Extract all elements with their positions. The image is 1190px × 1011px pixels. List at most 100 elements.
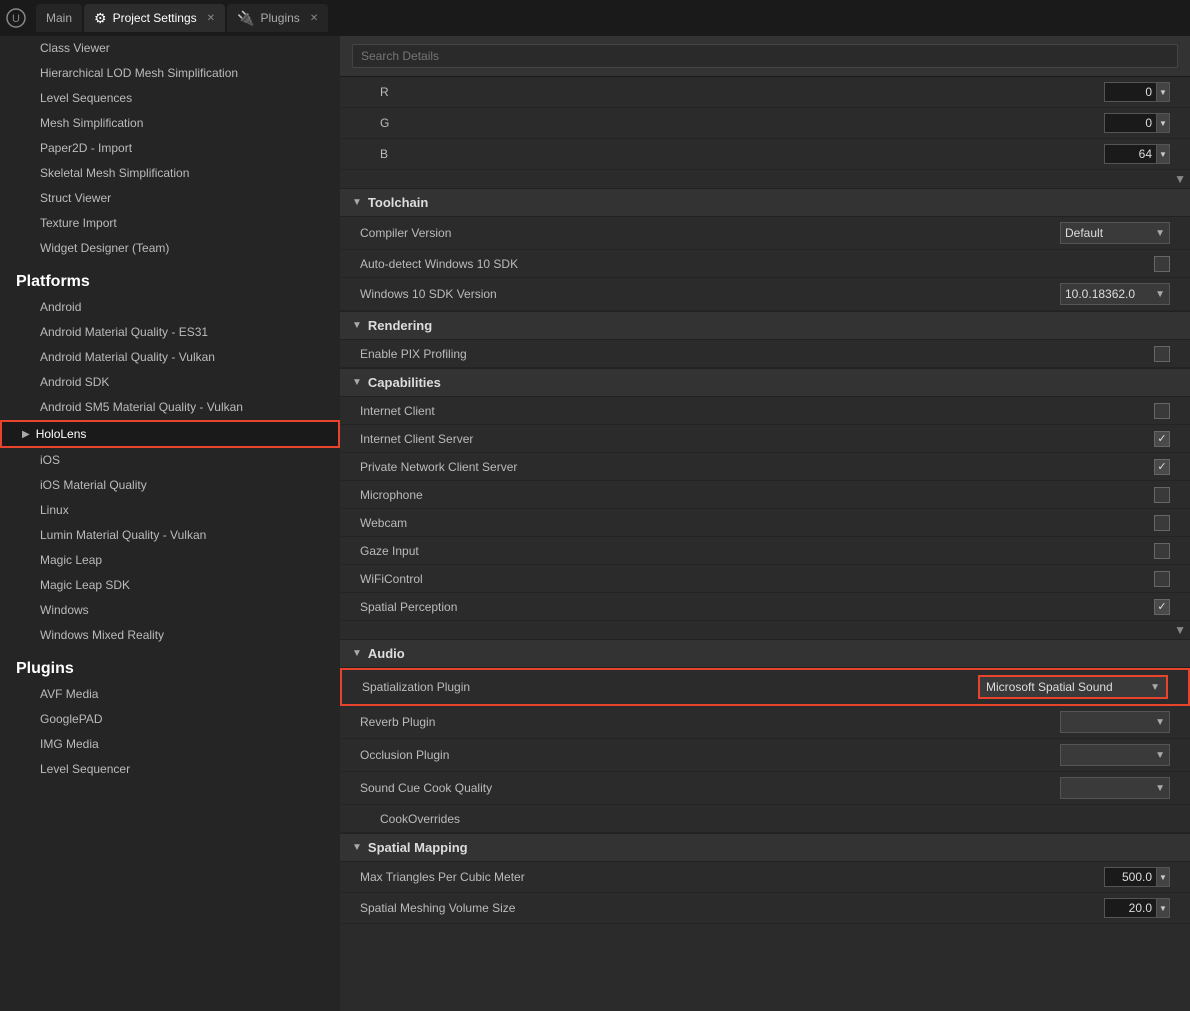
gaze-input-checkbox[interactable] (1154, 543, 1170, 559)
search-input[interactable] (352, 44, 1178, 68)
audio-section-header[interactable]: ▼ Audio (340, 639, 1190, 668)
sidebar-item-windows[interactable]: Windows (0, 598, 340, 623)
occlusion-label: Occlusion Plugin (360, 748, 1060, 762)
sidebar-item-windows-mixed[interactable]: Windows Mixed Reality (0, 623, 340, 648)
right-panel: R ▼ G ▼ B ▼ (340, 36, 1190, 1011)
rendering-section-header[interactable]: ▼ Rendering (340, 311, 1190, 340)
spatial-perception-checkbox[interactable] (1154, 599, 1170, 615)
sidebar-item-linux[interactable]: Linux (0, 498, 340, 523)
reverb-dropdown[interactable]: ▼ (1060, 711, 1170, 733)
scroll-down-arrow-icon: ▼ (1174, 172, 1186, 186)
sidebar-item-hierarchical-lod[interactable]: Hierarchical LOD Mesh Simplification (0, 61, 340, 86)
sidebar-item-widget-designer[interactable]: Widget Designer (Team) (0, 236, 340, 261)
wifi-control-label: WiFiControl (360, 572, 1154, 586)
occlusion-value: ▼ (1060, 744, 1170, 766)
sidebar: Class Viewer Hierarchical LOD Mesh Simpl… (0, 36, 340, 1011)
sidebar-item-img-media[interactable]: IMG Media (0, 732, 340, 757)
toolchain-label: Toolchain (368, 195, 428, 210)
capabilities-label: Capabilities (368, 375, 441, 390)
spatialization-label: Spatialization Plugin (362, 680, 978, 694)
webcam-label: Webcam (360, 516, 1154, 530)
auto-detect-checkbox[interactable] (1154, 256, 1170, 272)
pix-label: Enable PIX Profiling (360, 347, 1154, 361)
tab-main[interactable]: Main (36, 4, 82, 32)
internet-client-server-label: Internet Client Server (360, 432, 1154, 446)
color-r-label: R (360, 85, 1104, 99)
sidebar-item-mesh-simplification[interactable]: Mesh Simplification (0, 111, 340, 136)
reverb-dropdown-arrow-icon: ▼ (1155, 717, 1165, 728)
pix-checkbox[interactable] (1154, 346, 1170, 362)
sdk-version-value: 10.0.18362.0 ▼ (1060, 283, 1170, 305)
color-g-spinner[interactable]: ▼ (1156, 113, 1170, 133)
sidebar-item-ios[interactable]: iOS (0, 448, 340, 473)
sdk-version-dropdown[interactable]: 10.0.18362.0 ▼ (1060, 283, 1170, 305)
sidebar-item-lumin[interactable]: Lumin Material Quality - Vulkan (0, 523, 340, 548)
hololens-arrow-icon: ▶ (22, 429, 30, 440)
auto-detect-value (1154, 256, 1170, 272)
color-r-spinner[interactable]: ▼ (1156, 82, 1170, 102)
cook-overrides-label: CookOverrides (360, 812, 1170, 826)
spatial-perception-label: Spatial Perception (360, 600, 1154, 614)
sidebar-item-level-sequencer[interactable]: Level Sequencer (0, 757, 340, 782)
occlusion-row: Occlusion Plugin ▼ (340, 739, 1190, 772)
microphone-checkbox[interactable] (1154, 487, 1170, 503)
sidebar-item-struct-viewer[interactable]: Struct Viewer (0, 186, 340, 211)
sdk-dropdown-arrow-icon: ▼ (1155, 289, 1165, 300)
sidebar-item-texture-import[interactable]: Texture Import (0, 211, 340, 236)
toolchain-section-header[interactable]: ▼ Toolchain (340, 188, 1190, 217)
color-b-spinner[interactable]: ▼ (1156, 144, 1170, 164)
tab-plugins-close[interactable]: ✕ (310, 13, 318, 24)
color-r-row: R ▼ (340, 77, 1190, 108)
sidebar-item-hololens[interactable]: ▶ HoloLens (0, 420, 340, 448)
audio-collapse-icon: ▼ (352, 648, 362, 659)
private-network-checkbox[interactable] (1154, 459, 1170, 475)
tab-bar: U Main ⚙ Project Settings ✕ 🔌 Plugins ✕ (0, 0, 1190, 36)
pix-value (1154, 346, 1170, 362)
sound-cue-row: Sound Cue Cook Quality ▼ (340, 772, 1190, 805)
sidebar-item-android[interactable]: Android (0, 295, 340, 320)
webcam-checkbox[interactable] (1154, 515, 1170, 531)
color-g-value: ▼ (1104, 113, 1170, 133)
tab-project-settings[interactable]: ⚙ Project Settings ✕ (84, 4, 225, 32)
sidebar-item-paper2d[interactable]: Paper2D - Import (0, 136, 340, 161)
sidebar-item-avf-media[interactable]: AVF Media (0, 682, 340, 707)
sidebar-item-ios-quality[interactable]: iOS Material Quality (0, 473, 340, 498)
sidebar-item-class-viewer[interactable]: Class Viewer (0, 36, 340, 61)
scroll-arrow-capabilities: ▼ (340, 621, 1190, 639)
compiler-version-dropdown[interactable]: Default ▼ (1060, 222, 1170, 244)
sidebar-item-level-sequences[interactable]: Level Sequences (0, 86, 340, 111)
meshing-volume-spinner[interactable]: ▼ (1156, 898, 1170, 918)
sidebar-item-android-quality-vulkan[interactable]: Android Material Quality - Vulkan (0, 345, 340, 370)
spatialization-dropdown[interactable]: Microsoft Spatial Sound ▼ (978, 675, 1168, 699)
sidebar-item-android-sm5[interactable]: Android SM5 Material Quality - Vulkan (0, 395, 340, 420)
tab-project-settings-close[interactable]: ✕ (207, 13, 215, 24)
sidebar-item-skeletal-mesh[interactable]: Skeletal Mesh Simplification (0, 161, 340, 186)
color-r-input[interactable] (1104, 82, 1156, 102)
sound-cue-dropdown[interactable]: ▼ (1060, 777, 1170, 799)
max-triangles-input[interactable] (1104, 867, 1156, 887)
reverb-row: Reverb Plugin ▼ (340, 706, 1190, 739)
spatial-mapping-section-header[interactable]: ▼ Spatial Mapping (340, 833, 1190, 862)
internet-client-server-checkbox[interactable] (1154, 431, 1170, 447)
gaze-input-label: Gaze Input (360, 544, 1154, 558)
max-triangles-row: Max Triangles Per Cubic Meter ▼ (340, 862, 1190, 893)
sidebar-item-magic-leap[interactable]: Magic Leap (0, 548, 340, 573)
color-g-input[interactable] (1104, 113, 1156, 133)
internet-client-row: Internet Client (340, 397, 1190, 425)
sidebar-item-android-sdk[interactable]: Android SDK (0, 370, 340, 395)
capabilities-section-header[interactable]: ▼ Capabilities (340, 368, 1190, 397)
sidebar-item-googlepad[interactable]: GooglePAD (0, 707, 340, 732)
auto-detect-row: Auto-detect Windows 10 SDK (340, 250, 1190, 278)
max-triangles-spinner[interactable]: ▼ (1156, 867, 1170, 887)
internet-client-checkbox[interactable] (1154, 403, 1170, 419)
tab-plugins[interactable]: 🔌 Plugins ✕ (227, 4, 328, 32)
wifi-control-row: WiFiControl (340, 565, 1190, 593)
tab-main-label: Main (46, 11, 72, 25)
occlusion-dropdown[interactable]: ▼ (1060, 744, 1170, 766)
sidebar-item-android-quality-es31[interactable]: Android Material Quality - ES31 (0, 320, 340, 345)
private-network-label: Private Network Client Server (360, 460, 1154, 474)
wifi-control-checkbox[interactable] (1154, 571, 1170, 587)
sidebar-item-magic-leap-sdk[interactable]: Magic Leap SDK (0, 573, 340, 598)
color-b-input[interactable] (1104, 144, 1156, 164)
meshing-volume-input[interactable] (1104, 898, 1156, 918)
